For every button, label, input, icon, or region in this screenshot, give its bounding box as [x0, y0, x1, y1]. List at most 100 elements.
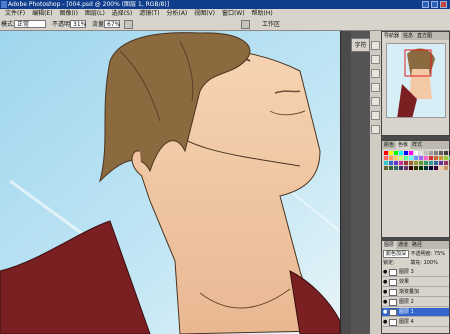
swatch[interactable]	[444, 156, 448, 160]
swatch[interactable]	[384, 161, 388, 165]
navigator-preview[interactable]	[386, 43, 446, 118]
swatch[interactable]	[409, 151, 413, 155]
brush-tool-icon[interactable]	[371, 83, 380, 92]
swatch[interactable]	[399, 161, 403, 165]
tab-color[interactable]: 颜色	[382, 141, 396, 149]
move-tool-icon[interactable]	[371, 41, 380, 50]
swatch[interactable]	[414, 156, 418, 160]
menu-item-image[interactable]: 图像(I)	[59, 9, 77, 18]
mode-select[interactable]: 正常	[14, 20, 46, 28]
menu-item-layer[interactable]: 图层(L)	[85, 9, 105, 18]
airbrush-icon[interactable]	[124, 20, 133, 29]
swatch[interactable]	[409, 156, 413, 160]
swatch[interactable]	[444, 166, 448, 170]
swatch[interactable]	[419, 156, 423, 160]
swatch[interactable]	[394, 156, 398, 160]
swatch[interactable]	[389, 156, 393, 160]
swatch[interactable]	[419, 151, 423, 155]
eye-icon[interactable]: ●	[383, 270, 388, 275]
swatch[interactable]	[394, 166, 398, 170]
layer-row[interactable]: ● 效果	[382, 278, 449, 287]
swatch[interactable]	[424, 156, 428, 160]
minimize-icon[interactable]	[422, 1, 429, 8]
swatch[interactable]	[389, 166, 393, 170]
swatch[interactable]	[399, 151, 403, 155]
swatch[interactable]	[404, 166, 408, 170]
swatch[interactable]	[404, 161, 408, 165]
swatch[interactable]	[429, 156, 433, 160]
swatch[interactable]	[389, 151, 393, 155]
layer-row[interactable]: ● 图层 2	[382, 298, 449, 307]
layer-row[interactable]: ● 渐变叠加	[382, 288, 449, 297]
swatch[interactable]	[434, 151, 438, 155]
eye-icon[interactable]: ●	[383, 310, 388, 315]
tab-swatches[interactable]: 色板	[396, 141, 411, 149]
swatch[interactable]	[404, 151, 408, 155]
document-canvas[interactable]	[0, 31, 340, 334]
tab-styles[interactable]: 样式	[410, 141, 424, 149]
swatch[interactable]	[424, 151, 428, 155]
eye-icon[interactable]: ●	[383, 300, 388, 305]
menu-item-analysis[interactable]: 分析(A)	[167, 9, 188, 18]
lasso-tool-icon[interactable]	[371, 55, 380, 64]
swatch[interactable]	[434, 161, 438, 165]
swatch[interactable]	[394, 151, 398, 155]
swatch[interactable]	[384, 166, 388, 170]
maximize-icon[interactable]	[431, 1, 438, 8]
tab-paths[interactable]: 路径	[410, 241, 424, 249]
eye-icon[interactable]: ●	[383, 280, 388, 285]
character-panel-button[interactable]: 字符	[351, 38, 370, 52]
tab-channels[interactable]: 通道	[396, 241, 410, 249]
blend-mode-select[interactable]: 颜色加深	[383, 250, 410, 258]
layer-opacity-input[interactable]: 75%	[434, 251, 445, 257]
swatch[interactable]	[399, 156, 403, 160]
swatch[interactable]	[409, 161, 413, 165]
swatch[interactable]	[404, 156, 408, 160]
eye-icon[interactable]: ●	[383, 290, 388, 295]
swatch[interactable]	[384, 156, 388, 160]
tab-histogram[interactable]: 直方图	[415, 32, 434, 40]
layer-row[interactable]: ● 图层 1	[382, 308, 449, 317]
menu-item-window[interactable]: 窗口(W)	[222, 9, 245, 18]
swatch[interactable]	[389, 161, 393, 165]
layer-row[interactable]: ● 图层 3	[382, 268, 449, 277]
fill-input[interactable]: 100%	[424, 260, 438, 266]
menu-item-help[interactable]: 帮助(H)	[251, 9, 272, 18]
layer-row[interactable]: ● 图层 4	[382, 318, 449, 327]
swatch[interactable]	[419, 166, 423, 170]
swatch[interactable]	[429, 151, 433, 155]
swatch[interactable]	[434, 156, 438, 160]
eraser-tool-icon[interactable]	[371, 111, 380, 120]
swatch[interactable]	[414, 166, 418, 170]
tab-navigator[interactable]: 导航器	[382, 32, 402, 40]
swatch[interactable]	[444, 161, 448, 165]
menu-item-edit[interactable]: 编辑(E)	[32, 9, 52, 18]
swatch[interactable]	[424, 166, 428, 170]
eye-icon[interactable]: ●	[383, 320, 388, 325]
swatch[interactable]	[439, 156, 443, 160]
menu-item-view[interactable]: 视图(V)	[194, 9, 215, 18]
swatch[interactable]	[414, 161, 418, 165]
swatch[interactable]	[409, 166, 413, 170]
stamp-tool-icon[interactable]	[371, 97, 380, 106]
menu-item-select[interactable]: 选择(S)	[112, 9, 133, 18]
text-tool-icon[interactable]	[371, 125, 380, 134]
menu-item-file[interactable]: 文件(F)	[5, 9, 25, 18]
flow-input[interactable]: 67%	[104, 20, 120, 28]
swatch[interactable]	[419, 161, 423, 165]
tab-info[interactable]: 信息	[401, 32, 415, 40]
close-icon[interactable]	[440, 1, 447, 8]
menu-item-filter[interactable]: 滤镜(T)	[139, 9, 159, 18]
swatch[interactable]	[414, 151, 418, 155]
swatch[interactable]	[439, 166, 443, 170]
swatch[interactable]	[444, 151, 448, 155]
crop-tool-icon[interactable]	[371, 69, 380, 78]
swatch[interactable]	[439, 161, 443, 165]
swatch[interactable]	[439, 151, 443, 155]
swatch[interactable]	[394, 161, 398, 165]
opacity-input[interactable]: 31%	[70, 20, 86, 28]
swatch[interactable]	[399, 166, 403, 170]
swatch[interactable]	[434, 166, 438, 170]
swatch[interactable]	[429, 161, 433, 165]
workspace-button[interactable]: 工作区	[262, 18, 280, 31]
